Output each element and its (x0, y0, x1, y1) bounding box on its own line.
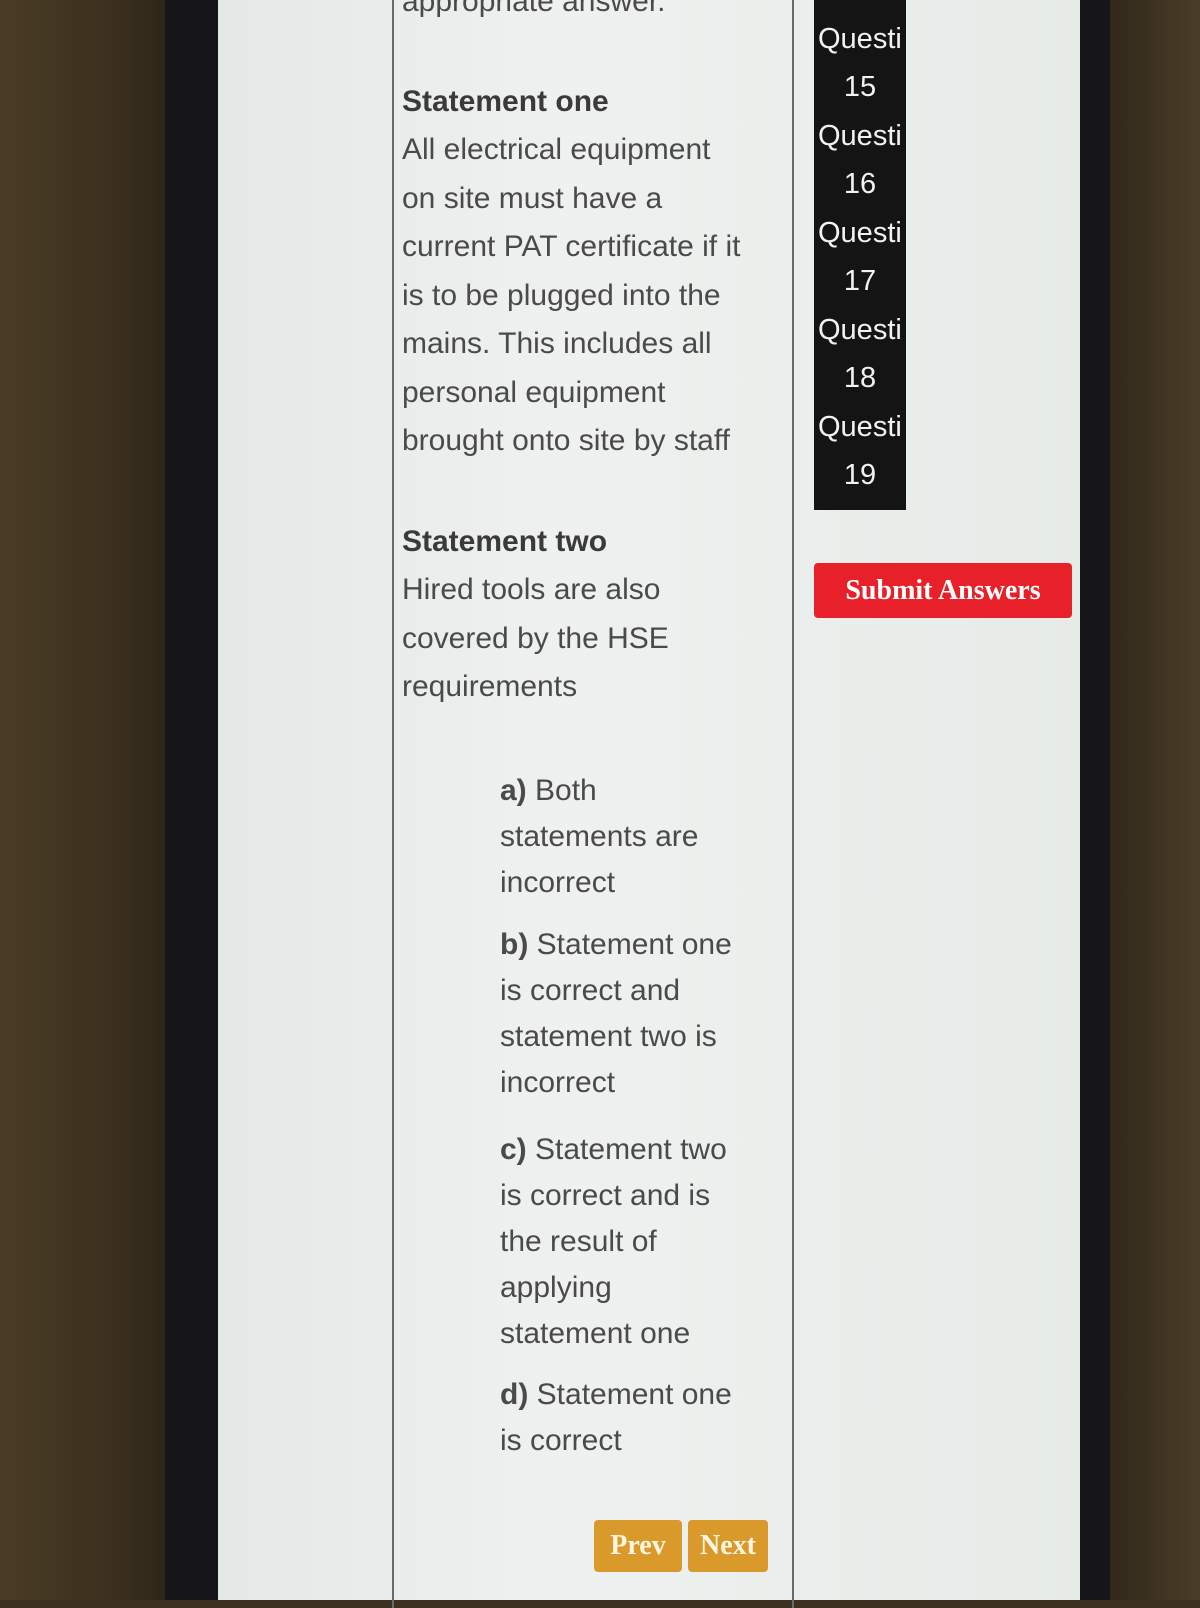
next-button[interactable]: Next (688, 1520, 768, 1572)
statement-one-heading: Statement one (402, 85, 609, 118)
text-line: Hired tools are also (402, 573, 661, 606)
option-text: applying (500, 1271, 612, 1304)
question-link[interactable]: Questi (814, 403, 906, 452)
option-text: incorrect (500, 1066, 616, 1099)
option-c[interactable]: c) Statement two is correct and is the r… (500, 1127, 770, 1357)
option-text: Statement two (526, 1133, 727, 1166)
text-line: current PAT certificate if it (402, 230, 741, 263)
option-text: Both (526, 774, 597, 807)
option-text: statement one (500, 1317, 691, 1350)
option-text: Statement one (528, 928, 732, 961)
option-text: the result of (500, 1225, 657, 1258)
option-text: is correct (500, 1424, 622, 1457)
question-number[interactable]: 16 (814, 160, 906, 209)
statement-two-text: Hired tools are also covered by the HSE … (402, 566, 792, 712)
statement-one-text: All electrical equipment on site must ha… (402, 126, 792, 466)
text-line: requirements (402, 670, 578, 703)
option-letter: b) (500, 928, 529, 961)
option-text: is correct and (500, 974, 681, 1007)
text-line: covered by the HSE (402, 621, 669, 655)
option-text: is correct and is (500, 1179, 711, 1212)
question-number[interactable]: 14 (814, 0, 906, 15)
text-line: All electrical equipment (402, 133, 711, 166)
question-intro: appropriate answer. (402, 0, 666, 18)
statement-two-heading: Statement two (402, 525, 608, 558)
option-text: incorrect (500, 866, 616, 899)
question-link[interactable]: Questi (814, 15, 906, 64)
text-line: is to be plugged into the (402, 278, 721, 312)
question-link[interactable]: Questi (814, 306, 906, 355)
text-line: brought onto site by staff (402, 424, 730, 457)
background-fabric (0, 0, 170, 1600)
text-line: on site must have a (402, 181, 663, 215)
option-text: statements are (500, 820, 699, 853)
question-number[interactable]: 18 (814, 354, 906, 403)
option-letter: c) (500, 1133, 527, 1166)
question-number[interactable]: 19 (814, 451, 906, 500)
question-number[interactable]: 17 (814, 257, 906, 306)
submit-answers-button[interactable]: Submit Answers (814, 563, 1072, 618)
option-letter: a) (500, 774, 527, 807)
option-text: statement two is (500, 1020, 717, 1053)
text-line: mains. This includes all (402, 327, 712, 360)
question-link[interactable]: Questi (814, 209, 906, 258)
option-text: Statement one (528, 1378, 732, 1411)
option-d[interactable]: d) Statement one is correct (500, 1372, 770, 1464)
question-navigator: 14 Questi 15 Questi 16 Questi 17 Questi … (814, 0, 906, 510)
option-a[interactable]: a) Both statements are incorrect (500, 768, 770, 906)
prev-button[interactable]: Prev (594, 1520, 682, 1572)
question-link[interactable]: Questi (814, 112, 906, 161)
option-letter: d) (500, 1378, 529, 1411)
option-b[interactable]: b) Statement one is correct and statemen… (500, 922, 770, 1106)
question-number[interactable]: 15 (814, 63, 906, 112)
text-line: personal equipment (402, 375, 666, 409)
